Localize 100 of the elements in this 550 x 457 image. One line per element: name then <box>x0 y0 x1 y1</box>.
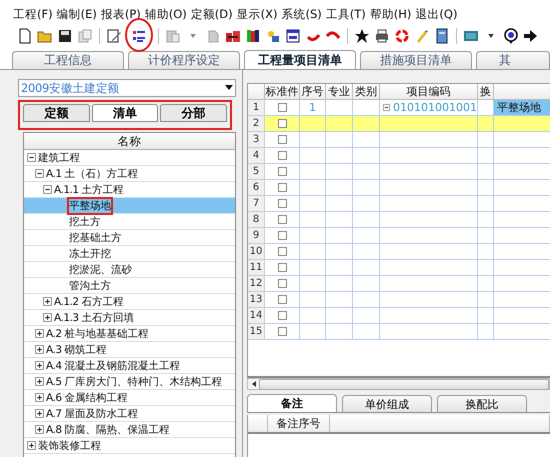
tab[interactable]: 定额 <box>23 104 90 122</box>
tab[interactable]: 其 <box>476 51 550 69</box>
row-number: 14 <box>248 308 265 324</box>
row-number: 2 <box>248 116 265 132</box>
tree-item[interactable]: A.7 屋面及防水工程 <box>24 406 235 422</box>
row-number: 3 <box>248 132 265 148</box>
checkbox[interactable] <box>278 199 286 208</box>
column-header: 标准件 <box>265 84 300 100</box>
row-number: 1 <box>248 100 265 116</box>
menu-item[interactable]: 系统(S) <box>280 7 323 22</box>
forward-icon <box>523 28 539 44</box>
column-header: 序号 <box>300 84 326 100</box>
tree-item[interactable]: A.6 金属结构工程 <box>24 390 235 406</box>
checkbox[interactable] <box>278 119 286 128</box>
tree-item[interactable]: A.8 防腐、隔热、保温工程 <box>24 422 235 438</box>
list-icon <box>131 28 147 44</box>
checkbox[interactable] <box>278 263 286 272</box>
tab[interactable]: 分部 <box>160 104 228 122</box>
column-header: 专业 <box>326 84 353 100</box>
pencil-icon <box>414 28 430 44</box>
toolbar-button[interactable] <box>56 27 74 45</box>
horizontal-scrollbar[interactable] <box>247 378 550 390</box>
tree-item[interactable]: 挖基础土方 <box>24 230 235 246</box>
tree-item[interactable]: A.1.3 土石方回填 <box>24 310 235 326</box>
caret-icon <box>488 34 494 38</box>
menu-item[interactable]: 显示(X) <box>236 7 278 22</box>
row-number: 7 <box>248 196 265 212</box>
tree-item[interactable]: 建筑工程 <box>24 150 235 166</box>
caret-icon <box>190 34 196 38</box>
tree-item[interactable]: A.2 桩与地基基础工程 <box>24 326 235 342</box>
checkbox[interactable] <box>278 215 286 224</box>
tree-item[interactable]: 平整场地 <box>24 198 235 214</box>
column-header: 项目编码 <box>380 84 478 100</box>
tree-item[interactable]: 装饰装修工程 <box>24 438 235 454</box>
checkbox[interactable] <box>278 151 286 160</box>
save-icon <box>57 28 73 44</box>
menu-item[interactable]: 定额(D) <box>190 7 234 22</box>
column-header: 备注序号 <box>268 415 330 432</box>
checkbox[interactable] <box>278 231 286 240</box>
column-header: 换 <box>478 84 494 100</box>
checkbox[interactable] <box>278 311 286 320</box>
tree-item[interactable]: A.1.2 石方工程 <box>24 294 235 310</box>
tab[interactable]: 工程量项目清单 <box>244 50 356 69</box>
tab[interactable]: 措施项目清单 <box>360 51 472 69</box>
tab[interactable]: 清单 <box>92 104 158 122</box>
row-number: 11 <box>248 260 265 276</box>
tree-item[interactable]: A.3 砌筑工程 <box>24 342 235 358</box>
row-number: 13 <box>248 292 265 308</box>
table-cell: 平整场地 <box>494 100 550 116</box>
toolbar-button[interactable] <box>105 27 123 45</box>
checkbox[interactable] <box>278 135 286 144</box>
column-header: 类别 <box>353 84 380 100</box>
toolbar-button[interactable] <box>284 27 302 45</box>
checkbox[interactable] <box>278 247 286 256</box>
checkbox[interactable] <box>278 327 286 336</box>
row-number: 10 <box>248 244 265 260</box>
checkbox[interactable] <box>278 183 286 192</box>
menu-item[interactable]: 退出(Q) <box>414 7 458 22</box>
menu-item[interactable]: 辅助(O) <box>144 7 188 22</box>
paste-icon <box>165 28 181 44</box>
menu-item[interactable]: 工程(F) <box>12 7 54 22</box>
row-number: 6 <box>248 180 265 196</box>
menu-item[interactable]: 报表(P) <box>100 7 142 22</box>
checkbox[interactable] <box>278 295 286 304</box>
checkbox[interactable] <box>278 167 286 176</box>
checkbox[interactable] <box>278 279 286 288</box>
row-number: 5 <box>248 164 265 180</box>
column-header <box>248 415 268 432</box>
tree-item[interactable]: A.4 混凝土及钢筋混凝土工程 <box>24 358 235 374</box>
menu-item[interactable]: 编制(E) <box>56 7 98 22</box>
tree-item[interactable]: 冻土开挖 <box>24 246 235 262</box>
copy-icon <box>77 28 93 44</box>
column-header <box>248 84 265 100</box>
star-icon <box>354 28 370 44</box>
tree-item[interactable]: A.1 土（石）方工程 <box>24 166 235 182</box>
tab[interactable]: 换配比 <box>437 395 527 412</box>
edit-icon <box>106 28 122 44</box>
tab[interactable]: 计价程序设定 <box>128 51 240 69</box>
new-file-icon <box>17 28 33 44</box>
books-icon <box>245 28 261 44</box>
row-number: 12 <box>248 276 265 292</box>
toolbar-button[interactable] <box>353 27 371 45</box>
tree-item[interactable]: 挖土方 <box>24 214 235 230</box>
menu-item[interactable]: 帮助(H) <box>368 7 412 22</box>
toolbar-button[interactable] <box>244 27 262 45</box>
checkbox[interactable] <box>278 103 286 112</box>
printer-icon <box>374 28 390 44</box>
tree-item[interactable]: A.5 厂库房大门、特种门、木结构工程 <box>24 374 235 390</box>
tree-item[interactable]: 管沟土方 <box>24 278 235 294</box>
tab[interactable]: 工程信息 <box>12 51 124 69</box>
menu-item[interactable]: 工具(T) <box>324 7 367 22</box>
toolbar-button[interactable] <box>373 27 391 45</box>
window-icon <box>285 28 301 44</box>
tab[interactable]: 备注 <box>247 394 337 412</box>
tab[interactable]: 单价组成 <box>342 395 432 412</box>
blocks-icon <box>225 28 241 44</box>
monitor-icon <box>463 28 479 44</box>
dropdown[interactable]: 2009安徽土建定额 <box>18 79 236 97</box>
row-number: 8 <box>248 212 265 228</box>
tree-item[interactable]: 挖淤泥、流砂 <box>24 262 235 278</box>
